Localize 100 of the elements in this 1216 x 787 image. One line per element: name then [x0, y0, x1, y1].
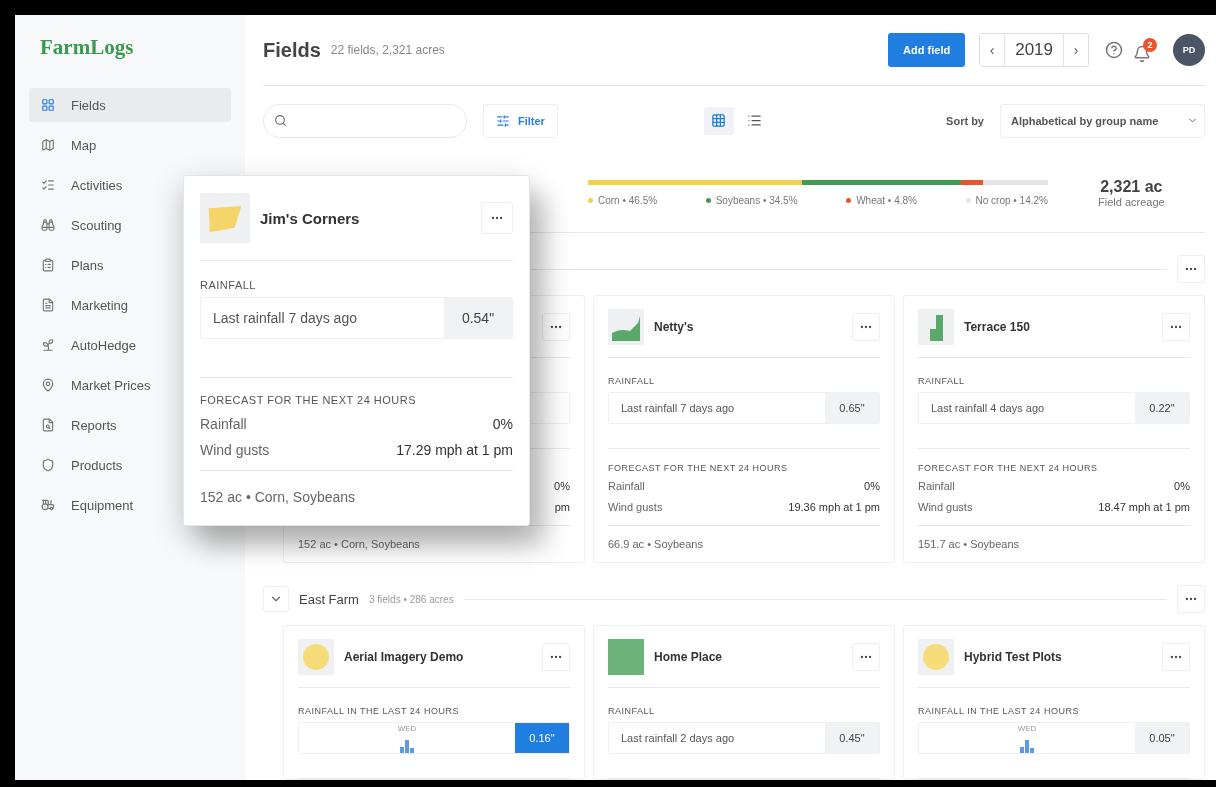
- list-icon: [747, 113, 763, 129]
- more-button[interactable]: [1177, 255, 1205, 283]
- section-label: RAINFALL: [608, 706, 656, 716]
- document-icon: [41, 298, 55, 312]
- more-button[interactable]: [542, 642, 570, 671]
- more-button[interactable]: [852, 312, 880, 341]
- rainfall-amount: 0.45": [825, 723, 879, 753]
- field-shape-icon: [608, 638, 644, 675]
- sidebar-item[interactable]: Scouting: [29, 208, 231, 242]
- field-shape-icon: [918, 638, 954, 675]
- wind-gusts-label: Wind gusts: [200, 442, 270, 458]
- wind-gusts-label: Wind gusts: [918, 501, 973, 515]
- field-shape-icon: [200, 193, 250, 243]
- clipboard-icon: [41, 258, 55, 272]
- grid-icon: [41, 98, 55, 112]
- notifications-button[interactable]: 2: [1133, 37, 1157, 63]
- map-icon: [41, 138, 55, 152]
- tractor-icon: [41, 498, 55, 512]
- wind-gusts-value: 19.36 mph at 1 pm: [788, 501, 880, 515]
- collapse-button[interactable]: [263, 586, 289, 612]
- rainfall-amount: 0.05": [1135, 723, 1189, 753]
- day-label: WED: [397, 724, 417, 733]
- wind-gusts-label: Wind gusts: [608, 501, 663, 515]
- user-avatar[interactable]: PD: [1173, 34, 1205, 67]
- rain-bars-drawing: [397, 739, 417, 753]
- last-rainfall-text: Last rainfall 7 days ago: [620, 401, 736, 416]
- wind-gusts-value: 17.29 mph at 1 pm: [396, 442, 513, 458]
- total-acreage-label: Field acreage: [1098, 196, 1165, 209]
- field-name: Hybrid Test Plots: [964, 649, 1063, 664]
- group-name: East Farm: [299, 591, 359, 607]
- rain-bars-drawing: [1017, 739, 1037, 753]
- search-icon: [274, 114, 287, 128]
- field-name: Aerial Imagery Demo: [344, 649, 465, 664]
- binoculars-icon: [41, 218, 55, 232]
- field-footer: 151.7 ac • Soybeans: [918, 526, 1190, 562]
- wind-gusts-value: 18.47 mph at 1 pm: [1098, 501, 1190, 515]
- field-shape-icon: [608, 308, 644, 345]
- crop-legend-item: Corn • 46.5%: [588, 195, 658, 207]
- field-shape-icon: [918, 308, 954, 345]
- sidebar-item[interactable]: Map: [29, 128, 231, 162]
- section-label: RAINFALL: [200, 279, 257, 291]
- sidebar-item[interactable]: Fields: [29, 88, 231, 122]
- last-rainfall-text: Last rainfall 4 days ago: [930, 401, 1046, 416]
- sidebar-item[interactable]: Plans: [29, 248, 231, 282]
- wind-gusts-value: pm: [554, 501, 570, 515]
- pin-icon: [41, 378, 55, 392]
- rainfall-value: 0%: [1174, 480, 1190, 494]
- notification-badge: 2: [1143, 37, 1157, 52]
- sort-select[interactable]: Alphabetical by group name: [1000, 103, 1205, 138]
- rainfall-amount: 0.22": [1135, 393, 1189, 423]
- last-rainfall-text: Last rainfall 7 days ago: [212, 309, 358, 328]
- field-footer: 66.9 ac • Soybeans: [608, 526, 880, 562]
- rainfall-label: Rainfall: [918, 480, 955, 494]
- field-shape-icon: [298, 638, 334, 675]
- filter-icon: [496, 113, 510, 128]
- field-name: Jim's Corners: [260, 209, 361, 227]
- sort-label: Sort by: [946, 114, 984, 127]
- rainfall-amount: 0.54": [444, 298, 512, 338]
- forecast-label: FORECAST FOR THE NEXT 24 HOURS: [918, 463, 1099, 473]
- grid-view-button[interactable]: [703, 106, 734, 135]
- bell-icon: [1133, 44, 1151, 63]
- filter-button[interactable]: Filter: [483, 103, 558, 138]
- group-summary: 3 fields • 286 acres: [368, 593, 454, 605]
- section-label: RAINFALL: [918, 376, 966, 386]
- rainfall-label: Rainfall: [608, 480, 645, 494]
- page-subtitle: 22 fields, 2,321 acres: [330, 43, 445, 58]
- sidebar-item[interactable]: AutoHedge: [29, 328, 231, 362]
- more-button[interactable]: [542, 312, 570, 341]
- rainfall-value: 0%: [864, 480, 880, 494]
- more-button[interactable]: [1177, 585, 1205, 613]
- forecast-label: FORECAST FOR THE NEXT 24 HOURS: [200, 394, 418, 406]
- grid-icon: [711, 113, 727, 129]
- help-icon[interactable]: [1105, 41, 1123, 60]
- field-name: Netty's: [654, 319, 695, 334]
- more-button[interactable]: [1162, 642, 1190, 671]
- section-label: RAINFALL: [608, 376, 656, 386]
- more-button[interactable]: [852, 642, 880, 671]
- field-footer: 152 ac • Corn, Soybeans: [200, 471, 513, 525]
- more-button[interactable]: [481, 202, 513, 234]
- field-footer: 152 ac • Corn, Soybeans: [298, 526, 570, 562]
- more-button[interactable]: [1162, 312, 1190, 341]
- sidebar-item[interactable]: Activities: [29, 168, 231, 202]
- add-field-button[interactable]: Add field: [888, 33, 966, 68]
- section-label: RAINFALL IN THE LAST 24 HOURS: [298, 706, 460, 716]
- field-name: Terrace 150: [964, 319, 1031, 334]
- checklist-icon: [41, 178, 55, 192]
- crop-legend-item: Soybeans • 34.5%: [705, 195, 798, 207]
- rainfall-value: 0%: [492, 416, 513, 432]
- section-label: RAINFALL IN THE LAST 24 HOURS: [918, 706, 1080, 716]
- field-name: Home Place: [654, 649, 724, 664]
- shield-icon: [41, 458, 55, 472]
- rainfall-label: Rainfall: [200, 416, 247, 432]
- rainfall-value: 0%: [554, 480, 570, 494]
- crop-legend-item: No crop • 14.2%: [965, 195, 1048, 207]
- crop-legend-item: Wheat • 4.8%: [846, 195, 917, 207]
- day-label: WED: [1017, 724, 1037, 733]
- report-icon: [41, 418, 55, 432]
- total-acreage: 2,321 ac: [1100, 178, 1163, 197]
- sprout-icon: [41, 338, 55, 352]
- forecast-label: FORECAST FOR THE NEXT 24 HOURS: [608, 463, 789, 473]
